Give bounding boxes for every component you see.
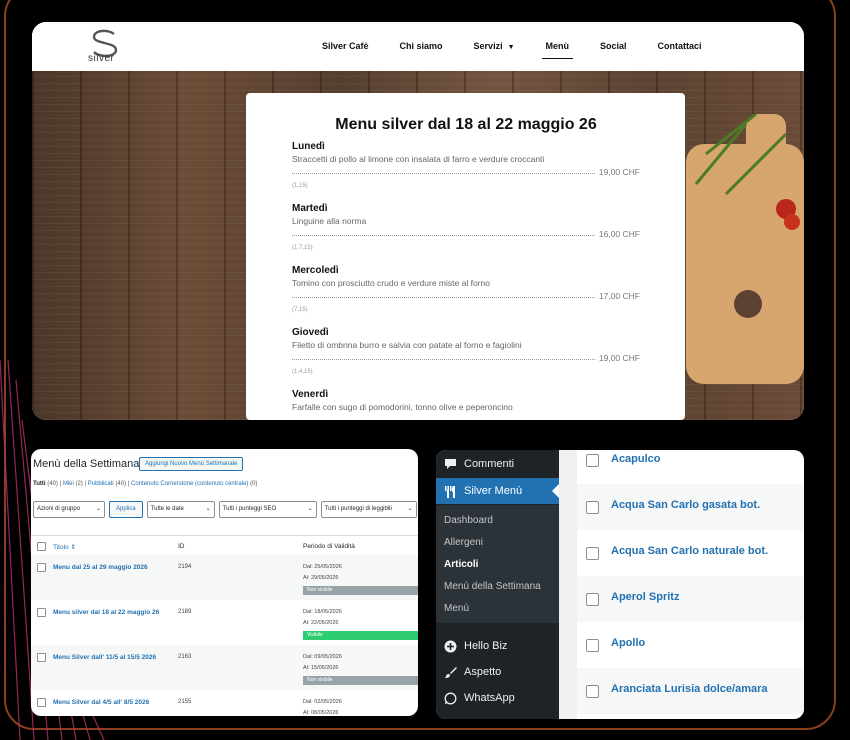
status-filters: Tutti (40) | Miei (2) | Pubblicati (40) … xyxy=(33,481,258,487)
row-checkbox[interactable] xyxy=(586,593,599,606)
apply-button[interactable]: Applica xyxy=(109,501,143,518)
sidebar-item-silver-menu[interactable]: Silver Menù xyxy=(436,478,559,504)
menu-day: Lunedì Straccetti di pollo al limone con… xyxy=(292,141,640,189)
cutting-board-image xyxy=(686,114,804,384)
list-item: Acqua San Carlo gasata bot. xyxy=(577,484,804,530)
sidebar-item-hello-biz[interactable]: Hello Biz xyxy=(436,633,559,659)
table-row: Menu Silver dal 4/5 all' 8/5 2026 2155 D… xyxy=(31,690,418,716)
column-title[interactable]: Titolo ⇕ xyxy=(53,543,76,551)
page-title: Menù della Settimana xyxy=(33,458,140,470)
nav-chi-siamo[interactable]: Chi siamo xyxy=(400,22,443,71)
seo-filter-select[interactable]: Tutti i punteggi SEO ⌄ xyxy=(218,501,317,518)
submenu-menu-settimana[interactable]: Menù della Settimana xyxy=(444,581,541,592)
row-checkbox[interactable] xyxy=(586,547,599,560)
table-row: Menu dal 25 al 29 maggio 2026 2194 Dal: … xyxy=(31,555,418,600)
status-badge: Non visibile xyxy=(303,676,418,685)
row-checkbox[interactable] xyxy=(586,454,599,467)
sidebar-item-whatsapp[interactable]: WhatsApp xyxy=(436,685,559,711)
menu-title: Menu silver dal 18 al 22 maggio 26 xyxy=(335,116,597,133)
list-item: Acqua San Carlo naturale bot. xyxy=(577,530,804,576)
status-badge: Visibile xyxy=(303,631,418,640)
list-item: Aperol Spritz xyxy=(577,576,804,622)
menu-day: Martedì Linguine alla norma 16,00 CHF (1… xyxy=(292,203,640,251)
submenu-dashboard[interactable]: Dashboard xyxy=(444,515,493,526)
row-title-link[interactable]: Menu Silver dall' 11/5 al 15/5 2026 xyxy=(53,654,156,661)
submenu-menu[interactable]: Menù xyxy=(444,603,469,614)
comment-icon xyxy=(443,457,457,471)
row-title-link[interactable]: Menu dal 25 al 29 maggio 2026 xyxy=(53,564,148,571)
admin-weekly-menu-list: Menù della Settimana Aggiungi Nuovo Menù… xyxy=(31,449,418,716)
filter-all[interactable]: Tutti xyxy=(33,481,46,487)
submenu-allergeni[interactable]: Allergeni xyxy=(444,537,483,548)
row-checkbox[interactable] xyxy=(37,653,46,662)
column-period: Periodo di Validità xyxy=(303,543,355,550)
nav-servizi[interactable]: Servizi ▼ xyxy=(474,22,515,72)
wp-sidebar: Commenti Silver Menù Dashboard Allergeni… xyxy=(436,450,559,719)
list-item: Acapulco xyxy=(577,450,804,484)
item-link[interactable]: Acqua San Carlo naturale bot. xyxy=(611,545,768,557)
filter-cornerstone[interactable]: Contenuto Cornerstone (contenuto central… xyxy=(131,481,248,487)
menu-day: Giovedì Filetto di ombrina burro e salvi… xyxy=(292,327,640,375)
weekly-menu-card: Menu silver dal 18 al 22 maggio 26 Luned… xyxy=(246,93,685,420)
column-id: ID xyxy=(178,543,185,550)
menu-day: Mercoledì Tomino con prosciutto crudo e … xyxy=(292,265,640,313)
items-list: Acapulco Acqua San Carlo gasata bot. Acq… xyxy=(577,450,804,719)
plus-circle-icon xyxy=(443,639,457,653)
nav-silver-cafe[interactable]: Silver Cafè xyxy=(322,22,369,71)
date-filter-select[interactable]: Tutte le date ⌄ xyxy=(146,501,215,518)
item-link[interactable]: Aperol Spritz xyxy=(611,591,679,603)
readability-filter-select[interactable]: Tutti i punteggi di leggibili ⌄ xyxy=(320,501,417,518)
chevron-down-icon: ▼ xyxy=(507,43,515,51)
row-checkbox[interactable] xyxy=(37,698,46,707)
list-item: Aranciata Lurisia dolce/amara xyxy=(577,668,804,714)
item-link[interactable]: Apollo xyxy=(611,637,645,649)
list-item: Apollo xyxy=(577,622,804,668)
chevron-down-icon: ⌄ xyxy=(307,506,313,512)
chevron-down-icon: ⌄ xyxy=(407,506,413,512)
sidebar-item-appearance[interactable]: Aspetto xyxy=(436,659,559,685)
row-title-link[interactable]: Menu silver dal 18 al 22 maggio 26 xyxy=(53,609,159,616)
row-checkbox[interactable] xyxy=(586,501,599,514)
fork-knife-icon xyxy=(443,484,457,498)
table-header: Titolo ⇕ ID Periodo di Validità xyxy=(31,535,418,557)
nav-contattaci[interactable]: Contattaci xyxy=(658,22,702,71)
nav-social[interactable]: Social xyxy=(600,22,627,71)
select-all-checkbox[interactable] xyxy=(37,542,46,551)
item-link[interactable]: Acapulco xyxy=(611,453,661,465)
filter-published[interactable]: Pubblicati xyxy=(88,481,114,487)
paintbrush-icon xyxy=(443,665,457,679)
bulk-actions-select[interactable]: Azioni di gruppo ⌄ xyxy=(33,501,105,518)
whatsapp-icon xyxy=(443,691,457,705)
chevron-down-icon: ⌄ xyxy=(95,506,101,512)
table-row: Menu Silver dall' 11/5 al 15/5 2026 2163… xyxy=(31,645,418,690)
submenu-articoli[interactable]: Articoli xyxy=(444,559,478,570)
sidebar-item-comments[interactable]: Commenti xyxy=(436,451,559,477)
logo-text: silver xyxy=(88,53,115,64)
chevron-down-icon: ⌄ xyxy=(205,506,211,512)
silver-menu-submenu: Dashboard Allergeni Articoli Menù della … xyxy=(436,505,559,623)
row-title-link[interactable]: Menu Silver dal 4/5 all' 8/5 2026 xyxy=(53,699,149,706)
menu-day: Venerdì Farfalle con sugo di pomodorini,… xyxy=(292,389,513,412)
site-nav: Silver Cafè Chi siamo Servizi ▼ Menù Soci… xyxy=(322,22,733,71)
row-checkbox[interactable] xyxy=(586,685,599,698)
status-badge: Non visibile xyxy=(303,586,418,595)
site-header: silver Silver Cafè Chi siamo Servizi ▼ Me… xyxy=(32,22,804,72)
row-checkbox[interactable] xyxy=(37,563,46,572)
row-checkbox[interactable] xyxy=(586,639,599,652)
row-checkbox[interactable] xyxy=(37,608,46,617)
filter-mine[interactable]: Miei xyxy=(63,481,74,487)
wp-admin-panel: Commenti Silver Menù Dashboard Allergeni… xyxy=(436,450,804,719)
website-preview: silver Silver Cafè Chi siamo Servizi ▼ Me… xyxy=(32,22,804,420)
nav-menu[interactable]: Menù xyxy=(541,22,573,71)
item-link[interactable]: Acqua San Carlo gasata bot. xyxy=(611,499,760,511)
table-row: Menu silver dal 18 al 22 maggio 26 2189 … xyxy=(31,600,418,645)
item-link[interactable]: Aranciata Lurisia dolce/amara xyxy=(611,683,768,695)
add-weekly-menu-button[interactable]: Aggiungi Nuovo Menù Settimanale xyxy=(139,457,244,471)
